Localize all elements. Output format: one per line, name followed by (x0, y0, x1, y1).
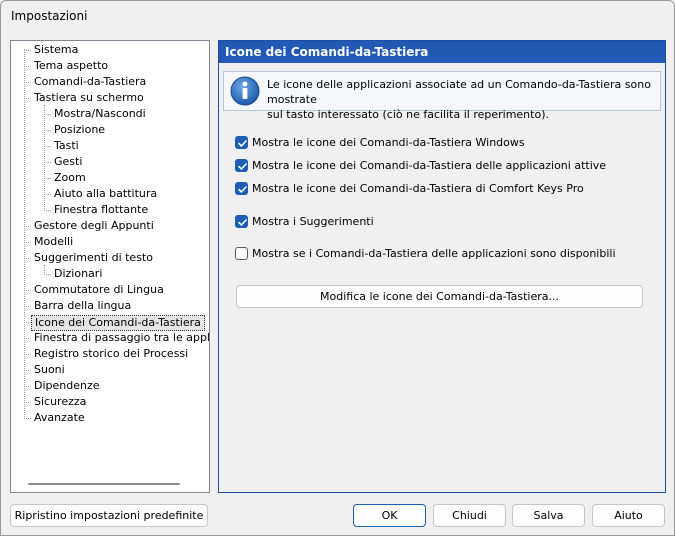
check-icon (238, 186, 247, 193)
title-bar[interactable]: Impostazioni (1, 1, 674, 33)
tree-connector-branch (24, 370, 31, 371)
tree-item[interactable]: Tastiera su schermo (31, 90, 147, 106)
save-button[interactable]: Salva (512, 504, 585, 527)
tree-connector-branch (24, 354, 31, 355)
tree-connector-branch (44, 130, 51, 131)
tree-connector-branch (44, 146, 51, 147)
tree-connector-branch (24, 98, 31, 99)
close-button[interactable]: Chiudi (433, 504, 506, 527)
tree-item[interactable]: Comandi-da-Tastiera (31, 74, 149, 90)
checkbox-checked[interactable] (235, 136, 248, 149)
info-text-line-2: sul tasto interessato (ciò ne facilita i… (267, 108, 549, 121)
tree-connector-branch (44, 114, 51, 115)
checkbox-checked[interactable] (235, 215, 248, 228)
tree-connector-branch (24, 386, 31, 387)
tree-item[interactable]: Barra della lingua (31, 298, 134, 314)
tree-connector-branch (24, 226, 31, 227)
tree-item[interactable]: Posizione (51, 122, 108, 138)
tree-connector-branch (24, 66, 31, 67)
panel-header: Icone dei Comandi-da-Tastiera (219, 41, 665, 63)
ok-button[interactable]: OK (353, 504, 426, 527)
settings-panel: Icone dei Comandi-da-Tastiera Le icone d… (218, 40, 666, 493)
tree-item[interactable]: Icone dei Comandi-da-Tastiera (31, 315, 205, 331)
tree-item[interactable]: Finestra di passaggio tra le applicazion… (31, 330, 209, 346)
tree-connector-branch (24, 322, 31, 323)
tree-item[interactable]: Tasti (51, 138, 82, 154)
tree-connector-branch (24, 242, 31, 243)
checkbox-unchecked[interactable] (235, 247, 248, 260)
check-icon (238, 219, 247, 226)
info-text: Le icone delle applicazioni associate ad… (267, 77, 657, 122)
info-text-line-1: Le icone delle applicazioni associate ad… (267, 78, 651, 106)
tree-connector-branch (24, 306, 31, 307)
checkbox-label: Mostra se i Comandi-da-Tastiera delle ap… (252, 247, 616, 260)
tree-connector-branch (44, 194, 51, 195)
tree-item[interactable]: Suggerimenti di testo (31, 250, 156, 266)
info-icon (229, 75, 261, 107)
checkbox-checked[interactable] (235, 159, 248, 172)
window-title: Impostazioni (11, 9, 88, 23)
check-icon (238, 163, 247, 170)
tree-connector-branch (44, 162, 51, 163)
tree-item[interactable]: Tema aspetto (31, 58, 111, 74)
settings-tree[interactable]: Sistema Tema aspetto Comandi-da-Tastiera Ta… (10, 40, 210, 493)
tree-item[interactable]: Modelli (31, 234, 76, 250)
checkbox-checked[interactable] (235, 182, 248, 195)
tree-item[interactable]: Aiuto alla battitura (51, 186, 160, 202)
help-button[interactable]: Aiuto (592, 504, 665, 527)
settings-window: Impostazioni Sistema Tema aspetto Comandi-… (0, 0, 675, 536)
tree-item[interactable]: Gesti (51, 154, 85, 170)
tree-item[interactable]: Dipendenze (31, 378, 103, 394)
tree-connector-branch (24, 50, 31, 51)
tree-item[interactable]: Registro storico dei Processi (31, 346, 191, 362)
checkbox-label: Mostra le icone dei Comandi-da-Tastiera … (252, 182, 584, 195)
checkbox-label: Mostra le icone dei Comandi-da-Tastiera … (252, 159, 607, 172)
tree-connector-branch (24, 290, 31, 291)
info-box: Le icone delle applicazioni associate ad… (223, 71, 661, 121)
tree-item[interactable]: Zoom (51, 170, 89, 186)
edit-icons-button[interactable]: Modifica le icone dei Comandi-da-Tastier… (236, 285, 643, 308)
checkbox-label: Mostra le icone dei Comandi-da-Tastiera … (252, 136, 525, 149)
tree-item[interactable]: Suoni (31, 362, 68, 378)
checkbox-label: Mostra i Suggerimenti (252, 215, 374, 228)
tree-item[interactable]: Mostra/Nascondi (51, 106, 149, 122)
tree-item[interactable]: Avanzate (31, 410, 88, 426)
tree-connector-root (24, 49, 25, 417)
tree-item[interactable]: Finestra flottante (51, 202, 151, 218)
tree-connector-suggestions (44, 265, 45, 273)
tree-connector-branch (44, 210, 51, 211)
tree-item[interactable]: Sistema (31, 42, 81, 58)
reset-defaults-button[interactable]: Ripristino impostazioni predefinite (10, 504, 208, 527)
tree-connector-branch (24, 258, 31, 259)
tree-horizontal-scrollbar[interactable] (28, 483, 180, 485)
tree-connector-branch (24, 82, 31, 83)
tree-connector-branch (24, 418, 31, 419)
tree-connector-branch (44, 178, 51, 179)
tree-item[interactable]: Commutatore di Lingua (31, 282, 167, 298)
tree-item[interactable]: Sicurezza (31, 394, 89, 410)
tree-item[interactable]: Gestore degli Appunti (31, 218, 157, 234)
tree-connector-branch (24, 402, 31, 403)
check-icon (238, 140, 247, 147)
tree-item[interactable]: Dizionari (51, 266, 105, 282)
tree-connector-branch (44, 274, 51, 275)
tree-connector-branch (24, 338, 31, 339)
